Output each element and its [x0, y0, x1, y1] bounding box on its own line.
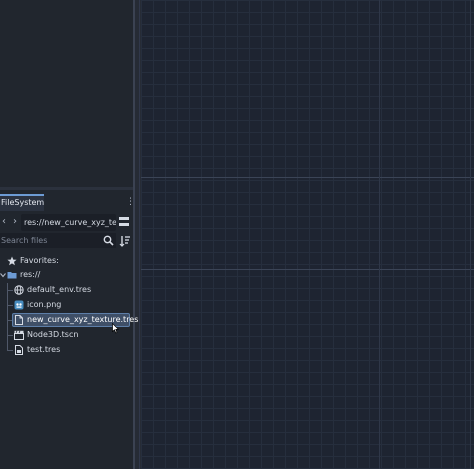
tab-filesystem[interactable]: FileSystem — [0, 194, 44, 211]
editor-viewport[interactable] — [141, 0, 474, 469]
tree-item[interactable]: icon.png — [0, 298, 133, 312]
folder-icon — [7, 272, 17, 279]
grid-major-line — [379, 0, 380, 469]
globe-environment-icon — [14, 285, 24, 295]
file-label: default_env.tres — [27, 285, 92, 294]
kebab-menu-icon[interactable]: ⋮ — [126, 197, 135, 207]
res-root-row[interactable]: res:// — [0, 268, 133, 282]
chevron-left-icon[interactable]: ‹ — [0, 215, 8, 229]
mouse-cursor-icon — [112, 323, 119, 334]
chevron-down-icon[interactable] — [0, 270, 6, 280]
tree-item[interactable]: default_env.tres — [0, 283, 133, 297]
dock-tab-bar: FileSystem ⋮ — [0, 194, 135, 211]
sort-icon[interactable] — [119, 235, 131, 247]
file-label: Node3D.tscn — [27, 330, 79, 339]
resource-file-icon — [15, 315, 23, 325]
search-icon[interactable] — [103, 235, 114, 246]
path-input[interactable]: res://new_curve_xyz_te — [21, 214, 116, 231]
favorites-label: Favorites: — [20, 256, 59, 265]
split-layout-toggle-button[interactable] — [118, 215, 130, 229]
file-label: icon.png — [27, 300, 62, 309]
layout-bar-icon — [119, 223, 129, 226]
file-label: test.tres — [27, 345, 61, 354]
grid-major-line — [141, 177, 474, 178]
scene-clapperboard-icon — [14, 330, 24, 340]
file-label: new_curve_xyz_texture.tres — [27, 315, 139, 324]
chevron-right-icon[interactable]: › — [11, 215, 19, 229]
grid-major-line — [141, 269, 474, 270]
image-icon — [14, 300, 24, 310]
favorites-row[interactable]: Favorites: — [0, 254, 133, 268]
dock-upper-panel — [0, 0, 133, 187]
grid-major-line — [470, 0, 471, 469]
res-root-label: res:// — [20, 270, 41, 279]
search-input[interactable]: Search files — [0, 233, 116, 248]
star-icon — [7, 256, 17, 266]
resource-file-icon — [15, 345, 23, 355]
layout-bar-icon — [119, 217, 129, 220]
tree-item[interactable]: test.tres — [0, 343, 133, 357]
